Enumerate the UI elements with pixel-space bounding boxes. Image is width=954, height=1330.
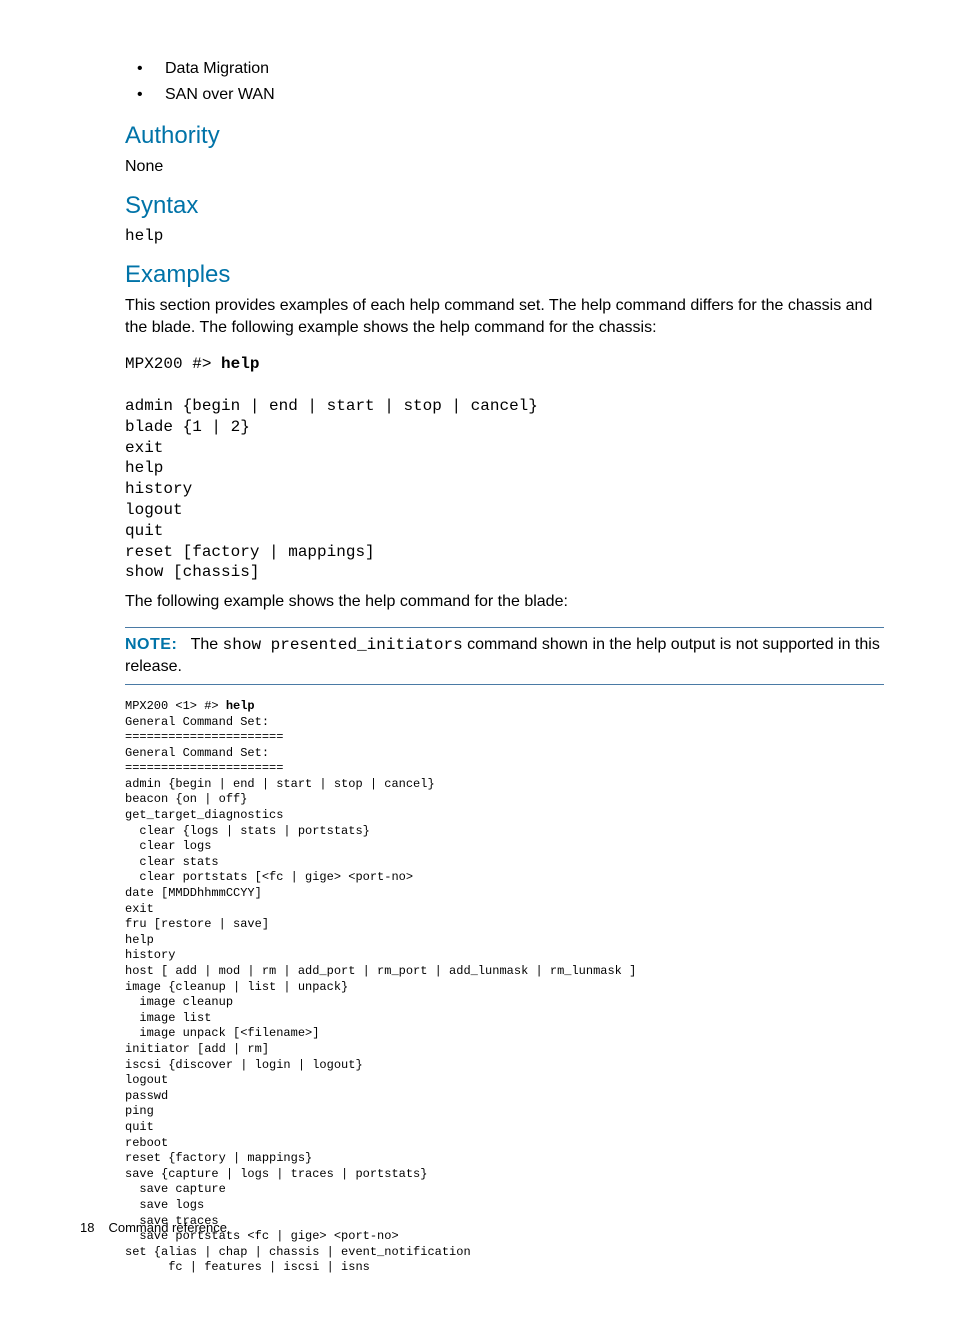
section-heading-authority: Authority	[125, 122, 884, 150]
page-number: 18	[80, 1220, 94, 1235]
body-text: This section provides examples of each h…	[125, 295, 884, 338]
list-item: Data Migration	[125, 60, 884, 78]
page-footer: 18 Command reference	[80, 1220, 227, 1235]
document-page: Data Migration SAN over WAN Authority No…	[0, 0, 954, 1330]
note-label: NOTE:	[125, 636, 177, 653]
list-item: SAN over WAN	[125, 86, 884, 104]
footer-title: Command reference	[108, 1220, 227, 1235]
note-text: The	[191, 636, 223, 653]
code-block-blade: MPX200 <1> #> help General Command Set: …	[125, 699, 884, 1276]
syntax-code: help	[125, 226, 884, 248]
code-block-chassis: MPX200 #> help admin {begin | end | star…	[125, 354, 884, 583]
body-text: The following example shows the help com…	[125, 591, 884, 613]
body-text: None	[125, 156, 884, 178]
section-heading-syntax: Syntax	[125, 192, 884, 220]
bullet-list: Data Migration SAN over WAN	[125, 60, 884, 104]
section-heading-examples: Examples	[125, 261, 884, 289]
note-code: show presented_initiators	[223, 636, 463, 654]
note-block: NOTE: The show presented_initiators comm…	[125, 627, 884, 685]
